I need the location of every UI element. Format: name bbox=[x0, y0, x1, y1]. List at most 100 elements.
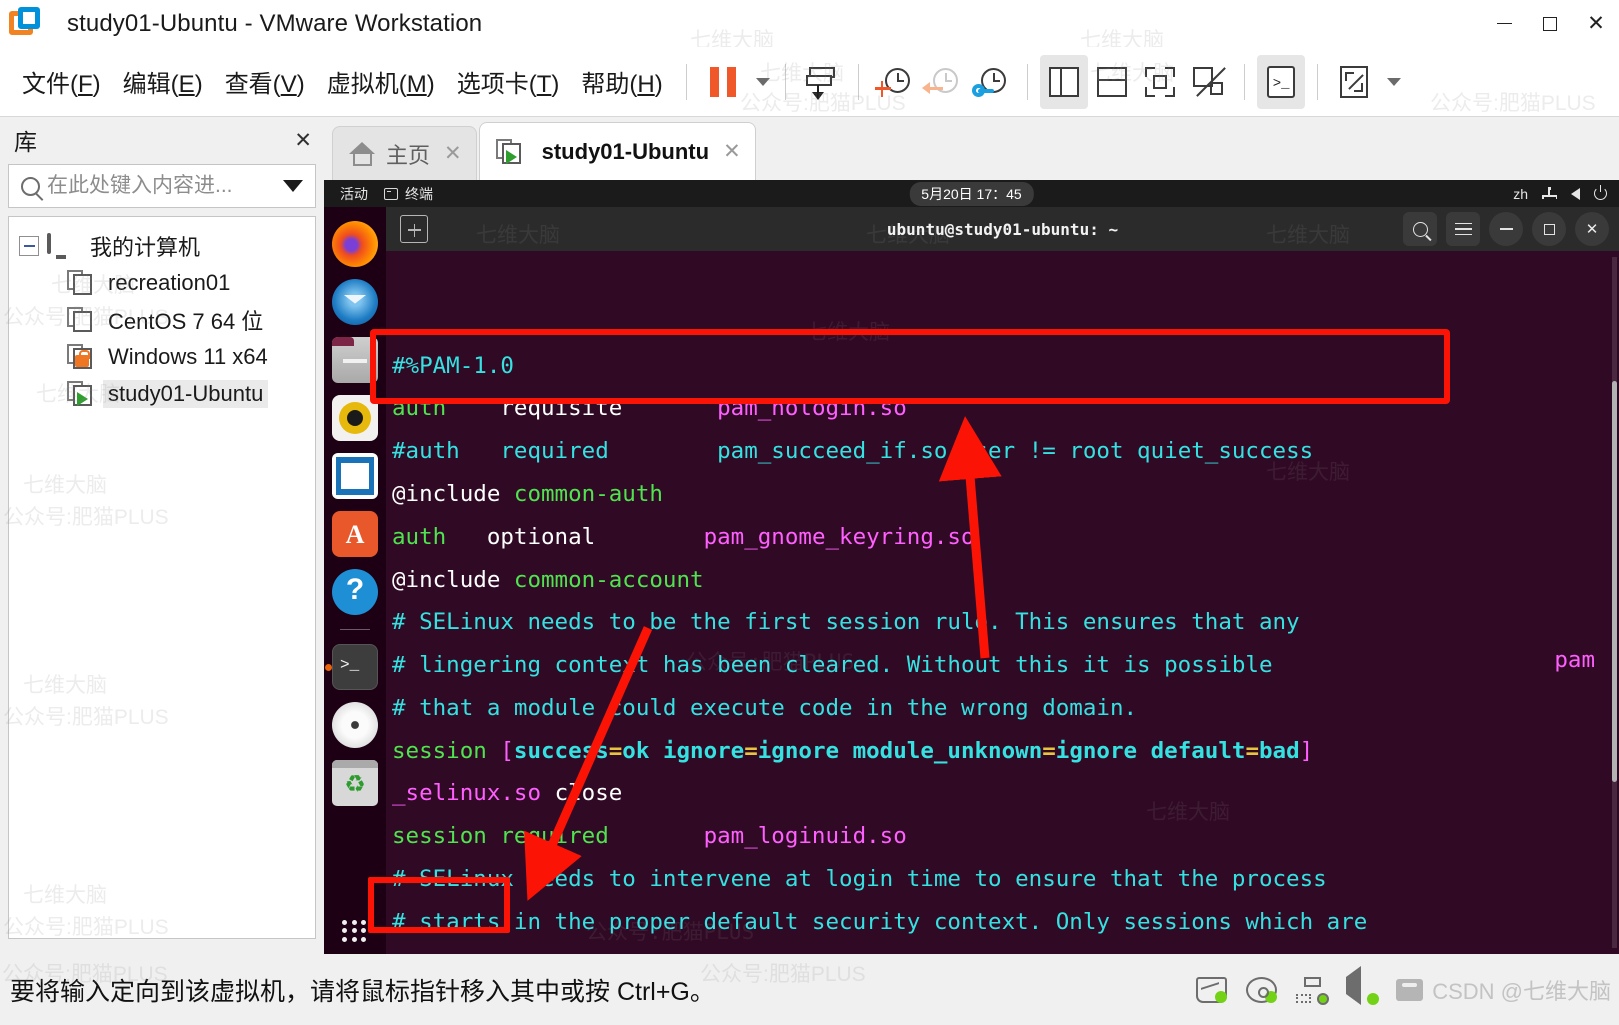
terminal-text: pam_loginuid.so bbox=[703, 823, 907, 850]
current-app-label: 终端 bbox=[405, 185, 433, 202]
revert-snapshot-button[interactable] bbox=[919, 55, 967, 109]
chevron-down-icon[interactable] bbox=[283, 180, 303, 192]
network-adapter-icon[interactable] bbox=[1296, 976, 1329, 1005]
tab-strip: 主页 ✕ study01-Ubuntu ✕ bbox=[324, 118, 1619, 180]
menu-view[interactable]: 查看(V) bbox=[214, 60, 316, 103]
tab-study01-ubuntu[interactable]: study01-Ubuntu ✕ bbox=[478, 122, 756, 180]
terminal-text: = bbox=[608, 737, 623, 764]
terminal-line: # lingering context has been cleared. Wi… bbox=[392, 644, 1619, 678]
terminal-line: auth optional pam_gnome_keyring.so bbox=[392, 516, 1619, 550]
menu-toolbar-row: 文件(F) 编辑(E) 查看(V) 虚拟机(M) 选项卡(T) 帮助(H) >_… bbox=[0, 47, 1619, 117]
dock-separator bbox=[340, 629, 370, 630]
tree-root-label: 我的计算机 bbox=[90, 234, 201, 260]
terminal-line: auth requisite pam_nologin.so bbox=[392, 387, 1619, 421]
terminal-text: # SELinux needs to be the first session … bbox=[392, 609, 1300, 636]
power-dropdown-button[interactable] bbox=[747, 55, 773, 109]
close-button[interactable]: ✕ bbox=[1573, 0, 1619, 47]
tree-root-my-computer[interactable]: 我的计算机 bbox=[9, 227, 315, 264]
stretch-guest-button[interactable] bbox=[1330, 55, 1378, 109]
current-app-menu[interactable]: 终端 bbox=[384, 184, 433, 204]
watermark-account: 公众号:肥猫PLUS bbox=[3, 506, 169, 529]
terminal-minimize-button[interactable] bbox=[1489, 212, 1523, 246]
menu-vm[interactable]: 虚拟机(M) bbox=[316, 60, 446, 103]
close-icon[interactable]: ✕ bbox=[723, 139, 741, 164]
terminal-text: pam_succeed_if.so user != root quiet_suc… bbox=[717, 438, 1314, 465]
trash-icon[interactable] bbox=[332, 760, 378, 806]
terminal-line: @include common-account bbox=[392, 559, 1619, 593]
terminal-icon[interactable] bbox=[325, 644, 378, 690]
unity-mode-button[interactable] bbox=[1184, 55, 1232, 109]
terminal-menu-button[interactable] bbox=[1446, 212, 1480, 246]
menu-tabs[interactable]: 选项卡(T) bbox=[446, 60, 571, 103]
input-source-indicator[interactable]: zh bbox=[1513, 186, 1528, 202]
device-status-icons bbox=[1196, 965, 1423, 1005]
terminal-maximize-button[interactable] bbox=[1532, 212, 1566, 246]
libreoffice-writer-icon[interactable] bbox=[332, 453, 378, 499]
chevron-down-icon bbox=[755, 77, 770, 86]
library-search-box[interactable] bbox=[8, 164, 316, 208]
library-panel: 库 ✕ 我的计算机 recreation01 CentOS 7 64 位 bbox=[0, 118, 324, 954]
sidebar-item-recreation01[interactable]: recreation01 bbox=[9, 264, 315, 301]
ubuntu-software-icon[interactable] bbox=[332, 511, 378, 557]
show-thumbnail-bar-button[interactable] bbox=[1088, 55, 1136, 109]
terminal-output[interactable]: #%PAM-1.0 auth requisite pam_nologin.so … bbox=[386, 251, 1619, 954]
title-bar: study01-Ubuntu - VMware Workstation ✕ 七维… bbox=[0, 0, 1619, 52]
watermark-account: 公众号:肥猫PLUS bbox=[3, 706, 169, 729]
watermark-account: 公众号:肥猫PLUS bbox=[3, 916, 169, 939]
terminal-search-button[interactable] bbox=[1403, 212, 1437, 246]
activities-button[interactable]: 活动 bbox=[340, 184, 368, 204]
terminal-icon bbox=[384, 187, 398, 200]
snapshot-button[interactable] bbox=[798, 55, 846, 109]
sidebar-item-study01-ubuntu[interactable]: study01-Ubuntu bbox=[9, 375, 315, 412]
tab-home[interactable]: 主页 ✕ bbox=[332, 126, 477, 180]
menu-edit[interactable]: 编辑(E) bbox=[112, 60, 214, 103]
usb-icon[interactable] bbox=[1396, 978, 1423, 1001]
gnome-status-area[interactable]: zh bbox=[1513, 185, 1607, 202]
minimize-button[interactable] bbox=[1481, 0, 1527, 47]
stretch-dropdown-button[interactable] bbox=[1378, 55, 1404, 109]
library-close-button[interactable]: ✕ bbox=[294, 128, 312, 153]
close-icon: ✕ bbox=[1585, 221, 1599, 238]
vm-pane: 主页 ✕ study01-Ubuntu ✕ 活动 终端 5月20日 17：45 … bbox=[324, 118, 1619, 954]
guest-screen[interactable]: 活动 终端 5月20日 17：45 zh A ? >_ ♻ ubuntu@stu… bbox=[324, 180, 1619, 954]
cd-dvd-icon[interactable] bbox=[1246, 976, 1277, 1003]
take-snapshot-button[interactable] bbox=[871, 55, 919, 109]
show-applications-icon[interactable] bbox=[342, 920, 368, 942]
snapshot-manager-button[interactable] bbox=[967, 55, 1015, 109]
menu-help[interactable]: 帮助(H) bbox=[570, 60, 673, 103]
terminal-line: # that a module could execute code in th… bbox=[392, 687, 1619, 721]
sound-card-icon[interactable] bbox=[1346, 965, 1379, 1005]
terminal-text: #%PAM-1.0 bbox=[392, 352, 514, 379]
search-input[interactable] bbox=[47, 174, 279, 198]
vmware-workstation-window: study01-Ubuntu - VMware Workstation ✕ 七维… bbox=[0, 0, 1619, 1025]
gnome-clock[interactable]: 5月20日 17：45 bbox=[909, 181, 1034, 206]
watermark-account: 公众号:肥猫PLUS bbox=[1430, 92, 1596, 115]
hard-disk-icon[interactable] bbox=[1196, 976, 1227, 1003]
suspend-button[interactable] bbox=[699, 55, 747, 109]
terminal-scrollbar[interactable] bbox=[1612, 257, 1617, 948]
terminal-text: ignore bbox=[1055, 737, 1151, 764]
menu-file[interactable]: 文件(F) bbox=[11, 60, 112, 103]
close-icon[interactable]: ✕ bbox=[444, 141, 462, 166]
fullscreen-button[interactable] bbox=[1136, 55, 1184, 109]
terminal-close-button[interactable]: ✕ bbox=[1575, 212, 1609, 246]
show-library-button[interactable] bbox=[1039, 54, 1088, 109]
maximize-button[interactable] bbox=[1527, 0, 1573, 47]
help-icon[interactable] bbox=[332, 569, 378, 615]
volume-icon bbox=[1571, 187, 1580, 200]
sidebar-item-centos7[interactable]: CentOS 7 64 位 bbox=[9, 301, 315, 338]
disc-icon[interactable] bbox=[332, 702, 378, 748]
terminal-text: # starts in the proper default security … bbox=[392, 908, 1368, 935]
take-snapshot-icon bbox=[805, 65, 839, 100]
window-controls: ✕ bbox=[1481, 0, 1619, 47]
console-view-button[interactable]: >_ bbox=[1256, 54, 1305, 109]
sidebar-item-windows11[interactable]: Windows 11 x64 bbox=[9, 338, 315, 375]
firefox-icon[interactable] bbox=[332, 221, 378, 267]
terminal-line: # SELinux needs to intervene at login ti… bbox=[392, 858, 1619, 892]
rhythmbox-icon[interactable] bbox=[332, 395, 378, 441]
window-title: study01-Ubuntu - VMware Workstation bbox=[67, 9, 483, 37]
toolbar-separator bbox=[1316, 63, 1318, 100]
thunderbird-icon[interactable] bbox=[332, 279, 378, 325]
collapse-icon[interactable] bbox=[19, 235, 39, 256]
files-icon[interactable] bbox=[332, 337, 378, 383]
